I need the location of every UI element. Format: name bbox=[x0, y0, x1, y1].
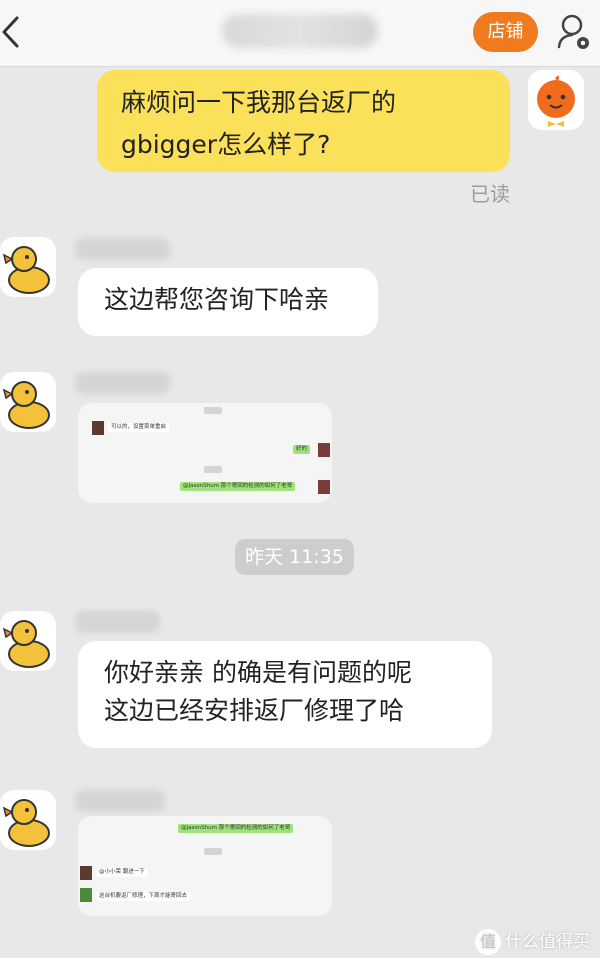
user-settings-icon[interactable] bbox=[556, 12, 592, 52]
blurred-agent-name bbox=[75, 611, 160, 633]
blurred-agent-name bbox=[75, 238, 170, 260]
chat-screenshot-image[interactable]: 可以的，设置菜单重启 好的 @JasonShum 那个寄回的检测的如何了老哥 bbox=[78, 403, 332, 503]
mini-avatar bbox=[318, 480, 330, 494]
mini-timestamp bbox=[204, 848, 222, 855]
mini-avatar bbox=[318, 443, 330, 457]
store-avatar[interactable] bbox=[0, 237, 56, 297]
shop-button[interactable]: 店铺 bbox=[473, 12, 538, 52]
mini-avatar bbox=[92, 421, 104, 435]
mini-avatar bbox=[80, 888, 92, 902]
store-avatar[interactable] bbox=[0, 790, 56, 850]
message-line: 这边已经安排返厂修理了哈 bbox=[104, 696, 405, 725]
back-icon[interactable] bbox=[0, 12, 24, 52]
mini-message: 可以的，设置菜单重启 bbox=[108, 423, 170, 432]
mini-message: @JasonShum 那个寄回的检测的如何了老哥 bbox=[178, 824, 294, 833]
watermark-logo-icon: 值 bbox=[475, 929, 501, 955]
mini-message: @小小荣 跟进一下 bbox=[96, 868, 148, 877]
chat-screenshot-image[interactable]: @JasonShum 那个寄回的检测的如何了老哥 @小小荣 跟进一下 这台机要返… bbox=[78, 816, 332, 916]
top-bar: 店铺 bbox=[0, 0, 600, 67]
blurred-agent-name bbox=[75, 372, 170, 394]
store-avatar[interactable] bbox=[0, 611, 56, 671]
mini-timestamp bbox=[204, 407, 222, 414]
agent-message-bubble: 你好亲亲 的确是有问题的呢 这边已经安排返厂修理了哈 bbox=[78, 641, 492, 748]
timestamp-badge: 昨天 11:35 bbox=[235, 539, 354, 575]
mini-avatar bbox=[80, 866, 92, 880]
agent-message-bubble: 这边帮您咨询下哈亲 bbox=[78, 268, 378, 336]
message-line: 你好亲亲 的确是有问题的呢 bbox=[104, 658, 412, 687]
mini-message: @JasonShum 那个寄回的检测的如何了老哥 bbox=[180, 482, 296, 491]
blurred-store-title bbox=[222, 14, 378, 48]
mini-message: 这台机要返厂修理，下周才能寄回去 bbox=[96, 892, 191, 901]
mini-message: 好的 bbox=[293, 445, 311, 454]
watermark-text: 什么值得买 bbox=[505, 932, 590, 952]
blurred-agent-name bbox=[75, 790, 165, 812]
watermark: 值什么值得买 bbox=[475, 927, 590, 955]
mini-timestamp bbox=[204, 466, 222, 473]
read-status: 已读 bbox=[470, 182, 510, 206]
store-avatar[interactable] bbox=[0, 372, 56, 432]
user-message-bubble: 麻烦问一下我那台返厂的gbigger怎么样了? bbox=[97, 70, 510, 172]
user-avatar[interactable] bbox=[528, 70, 584, 130]
